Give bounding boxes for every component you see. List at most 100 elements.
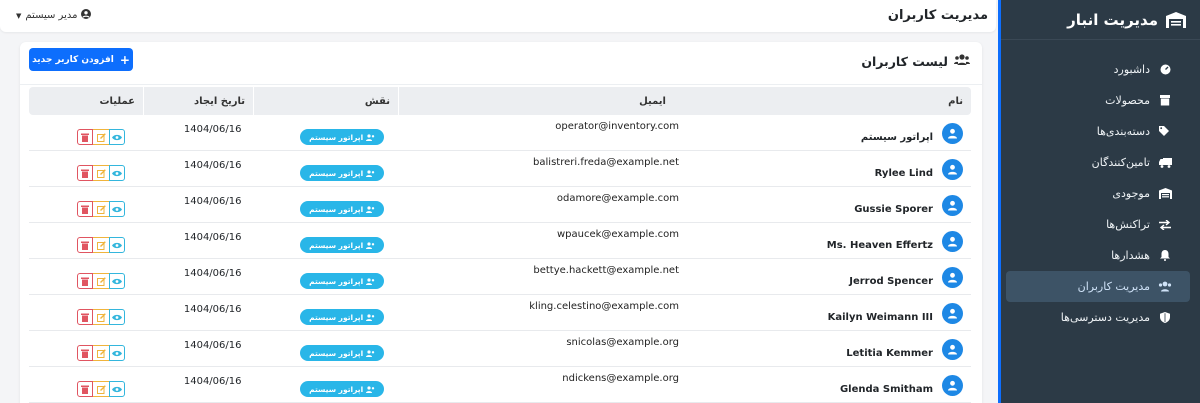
edit-button[interactable] [93,309,110,325]
cell-created: 1404/06/16 [141,187,249,223]
page-title: مدیریت کاربران [887,8,988,23]
user-menu[interactable]: مدیر سیستم ▼ [16,9,92,22]
col-name[interactable]: نام [398,87,971,115]
delete-button[interactable] [77,129,94,145]
sidebar-item-7[interactable]: مدیریت کاربران [1006,271,1190,302]
delete-button[interactable] [77,381,94,397]
eye-icon [112,314,123,320]
role-badge: اپراتور سیستم [300,345,385,361]
sidebar-item-6[interactable]: هشدارها [1006,240,1190,271]
avatar [942,230,963,252]
cell-role: اپراتور سیستم [250,151,393,187]
col-email[interactable]: ایمیل [639,87,666,115]
created-date: 1404/06/16 [183,267,242,279]
warehouse-icon [1166,11,1186,28]
sidebar-item-0[interactable]: داشبورد [1006,54,1190,85]
user-email: operator@inventory.com [555,121,679,132]
cell-role: اپراتور سیستم [250,367,393,403]
trash-icon [81,277,90,286]
user-name: Letitia Kemmer [846,347,933,359]
view-button[interactable] [109,165,126,181]
avatar [942,302,963,324]
cell-ops [29,331,141,367]
tags-icon [1158,126,1172,137]
user-name: Glenda Smitham [839,383,933,395]
table-row: Gussie Sporer اپراتور سیستم 1404/06/16 odam… [29,187,971,223]
role-label: اپراتور سیستم [309,240,364,250]
view-button[interactable] [109,381,126,397]
row-actions [77,165,126,181]
edit-button[interactable] [93,165,110,181]
cell-role: اپراتور سیستم [250,187,393,223]
created-date: 1404/06/16 [183,231,242,243]
add-user-button[interactable]: + افزودن کاربر جدید [29,48,133,71]
row-actions [77,201,126,217]
table-body: اپراتور سیستم اپراتور سیستم 1404/06/16 oper… [29,115,971,403]
edit-button[interactable] [93,237,110,253]
sidebar-item-4[interactable]: موجودی [1006,178,1190,209]
cell-created: 1404/06/16 [141,331,249,367]
sidebar-item-5[interactable]: تراکنش‌ها [1006,209,1190,240]
edit-icon [96,204,106,214]
user-email: odamore@example.com [556,193,679,204]
sidebar-item-label: تراکنش‌ها [1106,218,1150,231]
view-button[interactable] [109,237,126,253]
view-button[interactable] [109,129,126,145]
delete-button[interactable] [77,309,94,325]
user-name: Ms. Heaven Effertz [826,239,933,251]
sidebar-item-label: تامین‌کنندگان [1091,156,1150,169]
cell-name: Gussie Sporer [408,187,971,223]
cell-ops [29,151,141,187]
users-table: نام نقش تاریخ ایجاد عملیات ایمیل اپراتور… [29,87,971,403]
edit-button[interactable] [93,201,110,217]
col-role[interactable]: نقش [253,87,398,115]
view-button[interactable] [109,309,126,325]
brand[interactable]: مدیریت انبار [998,0,1200,40]
sidebar-item-3[interactable]: تامین‌کنندگان [1006,147,1190,178]
delete-button[interactable] [77,165,94,181]
edit-button[interactable] [93,381,110,397]
row-actions [77,309,126,325]
delete-button[interactable] [77,201,94,217]
row-actions [77,237,126,253]
user-email: wpaucek@example.com [556,229,679,240]
cell-email-spacer [392,367,408,403]
role-label: اپراتور سیستم [309,204,364,214]
delete-button[interactable] [77,345,94,361]
cell-email-spacer [392,295,408,331]
delete-button[interactable] [77,273,94,289]
edit-button[interactable] [93,345,110,361]
eye-icon [112,170,123,176]
users-icon [366,241,375,249]
edit-button[interactable] [93,273,110,289]
sidebar-item-label: مدیریت کاربران [1077,280,1150,293]
delete-button[interactable] [77,237,94,253]
created-date: 1404/06/16 [183,339,242,351]
cell-created: 1404/06/16 [141,223,249,259]
users-icon [1158,281,1172,292]
view-button[interactable] [109,201,126,217]
users-icon [366,133,375,141]
sidebar-item-1[interactable]: محصولات [1006,85,1190,116]
cell-email-spacer [392,187,408,223]
table-row: Rylee Lind اپراتور سیستم 1404/06/16 balistr… [29,151,971,187]
cell-created: 1404/06/16 [141,367,249,403]
user-email: snicolas@example.org [566,337,679,348]
cell-created: 1404/06/16 [141,115,249,151]
view-button[interactable] [109,345,126,361]
cell-role: اپراتور سیستم [250,115,393,151]
col-created[interactable]: تاریخ ایجاد [143,87,253,115]
view-button[interactable] [109,273,126,289]
sidebar-item-label: محصولات [1105,94,1150,107]
brand-title: مدیریت انبار [1067,10,1158,29]
sidebar-item-2[interactable]: دسته‌بندی‌ها [1006,116,1190,147]
sidebar-item-8[interactable]: مدیریت دسترسی‌ها [1006,302,1190,333]
edit-button[interactable] [93,129,110,145]
user-name: مدیر سیستم [25,10,78,21]
users-icon [366,385,375,393]
row-actions [77,345,126,361]
avatar [942,122,963,144]
users-icon [366,277,375,285]
card-title: لیست کاربران [861,54,970,69]
edit-icon [96,168,106,178]
